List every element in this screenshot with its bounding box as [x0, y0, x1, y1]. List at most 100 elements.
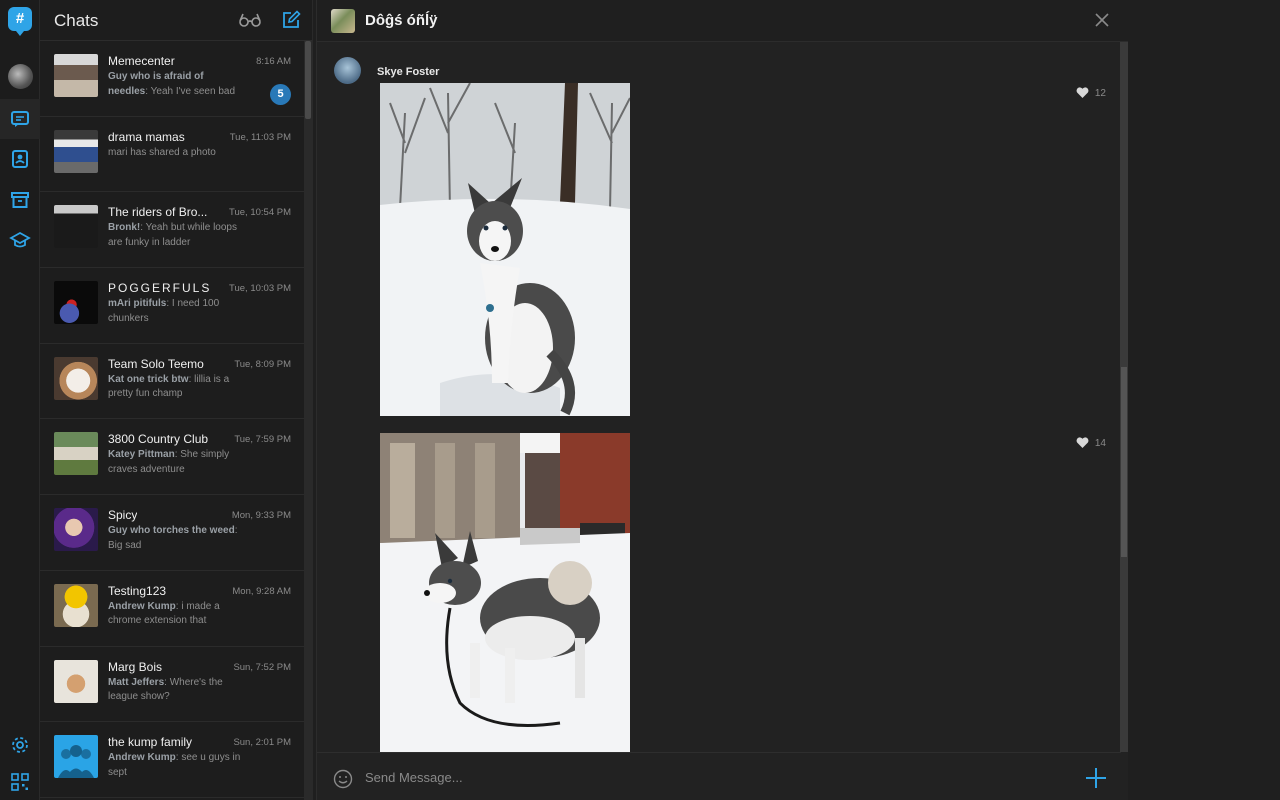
conversation-title[interactable]: Dôĝś óñĺÿ	[365, 12, 438, 29]
preview-sender: Katey Pittman	[108, 449, 175, 461]
chat-time: 8:16 AM	[256, 56, 291, 67]
user-avatar[interactable]	[8, 64, 33, 89]
chat-time: Tue, 8:09 PM	[234, 358, 291, 370]
like-count: 14	[1094, 437, 1106, 449]
like-control[interactable]: 14	[1076, 437, 1106, 449]
campus-icon[interactable]	[0, 220, 40, 260]
app: # Chats Memecenter 8:16 AM Guy who is af…	[0, 0, 1280, 800]
preview-sender: Kat one trick btw	[108, 373, 189, 385]
preview-text: mari has shared a photo	[108, 146, 216, 158]
preview-text: : Yeah I've seen bad	[145, 85, 236, 97]
unread-badge: 5	[270, 84, 291, 105]
chat-preview: Katey Pittman: She simply craves adventu…	[108, 448, 243, 477]
compose-icon[interactable]	[281, 10, 301, 35]
add-attachment-icon[interactable]	[1085, 767, 1107, 794]
chats-icon[interactable]	[0, 99, 40, 139]
heart-icon[interactable]	[1076, 437, 1089, 449]
contacts-icon[interactable]	[0, 139, 40, 179]
preview-sender: Andrew Kump	[108, 752, 176, 764]
chat-avatar	[54, 508, 98, 552]
chat-avatar	[54, 205, 98, 249]
chat-avatar	[54, 583, 98, 627]
chat-preview: Guy who torches the weed: Big sad	[108, 524, 243, 553]
chat-time: Sun, 7:52 PM	[233, 661, 291, 673]
conversation-panel: Dôĝś óñĺÿ Skye Foster 12 14 Send Message…	[316, 0, 1128, 800]
chat-time: Tue, 11:03 PM	[229, 131, 291, 143]
qr-code-icon[interactable]	[0, 762, 40, 800]
chat-avatar	[54, 281, 98, 325]
conversation-scroll-thumb[interactable]	[1121, 367, 1127, 557]
chat-preview: Matt Jeffers: Where's the league show?	[108, 676, 243, 705]
conversation-scrollbar[interactable]	[1120, 42, 1128, 752]
chat-time: Tue, 10:03 PM	[229, 283, 291, 295]
message-composer	[317, 752, 1121, 800]
chat-name: POGGERFULS	[108, 281, 212, 296]
chat-preview: mari has shared a photo	[108, 146, 243, 161]
chat-avatar	[54, 735, 98, 779]
preview-sender: mAri pitifuls	[108, 298, 167, 310]
chat-row[interactable]: The riders of Bro... Tue, 10:54 PM Bronk…	[40, 192, 305, 269]
chat-time: Tue, 10:54 PM	[229, 207, 291, 219]
chat-time: Sun, 2:01 PM	[233, 737, 291, 749]
message-photo[interactable]	[380, 83, 630, 416]
author-avatar[interactable]	[334, 57, 361, 84]
chat-name: Spicy	[108, 508, 138, 523]
groupme-logo-icon[interactable]: #	[8, 7, 32, 36]
chat-avatar	[54, 432, 98, 476]
chat-preview: Guy who is afraid of needles: Yeah I've …	[108, 70, 243, 99]
settings-gear-icon[interactable]	[0, 725, 40, 765]
chat-row[interactable]: the kump family Sun, 2:01 PM Andrew Kump…	[40, 722, 305, 798]
chat-list-panel: Chats Memecenter 8:16 AM Guy who is afra…	[40, 0, 313, 800]
chat-time: Tue, 7:59 PM	[234, 434, 291, 446]
nav-rail: #	[0, 0, 40, 800]
chat-preview: Andrew Kump: see u guys in sept	[108, 751, 243, 780]
chat-row[interactable]: 3800 Country Club Tue, 7:59 PM Katey Pit…	[40, 419, 305, 496]
chat-time: Mon, 9:33 PM	[231, 510, 291, 522]
like-control[interactable]: 12	[1076, 87, 1106, 99]
chat-preview: mAri pitifuls: I need 100 chunkers	[108, 297, 243, 326]
preview-sender: Andrew Kump	[108, 600, 176, 612]
conversation-header: Dôĝś óñĺÿ	[317, 0, 1128, 42]
chat-name: Marg Bois	[108, 659, 163, 674]
chat-list-title: Chats	[54, 11, 99, 30]
chat-name: the kump family	[108, 735, 193, 750]
chat-row[interactable]: POGGERFULS Tue, 10:03 PM mAri pitifuls: …	[40, 268, 305, 344]
preview-sender: Bronk!	[108, 222, 141, 234]
chat-preview: Bronk!: Yeah but while loops are funky i…	[108, 221, 243, 250]
like-count: 12	[1094, 87, 1106, 99]
chat-name: 3800 Country Club	[108, 432, 209, 447]
message-input[interactable]	[365, 766, 1065, 788]
heart-icon[interactable]	[1076, 87, 1089, 99]
chat-name: drama mamas	[108, 129, 185, 144]
chat-list-scroll-thumb[interactable]	[305, 41, 311, 119]
close-icon[interactable]	[1094, 12, 1110, 33]
chat-row[interactable]: drama mamas Tue, 11:03 PM mari has share…	[40, 117, 305, 193]
chat-time: Mon, 9:28 AM	[232, 585, 291, 597]
chat-avatar	[54, 54, 98, 97]
chat-row[interactable]: Marg Bois Sun, 7:52 PM Matt Jeffers: Whe…	[40, 647, 305, 723]
message-photo[interactable]	[380, 433, 630, 752]
chat-list-header: Chats	[40, 0, 312, 41]
chat-name: Testing123	[108, 583, 167, 598]
chat-row[interactable]: Team Solo Teemo Tue, 8:09 PM Kat one tri…	[40, 344, 305, 420]
chat-row[interactable]: Testing123 Mon, 9:28 AM Andrew Kump: i m…	[40, 571, 305, 647]
preview-sender: Matt Jeffers	[108, 676, 165, 688]
message-author[interactable]: Skye Foster	[377, 66, 439, 78]
group-avatar[interactable]	[331, 9, 355, 33]
chat-list-scrollbar[interactable]	[304, 41, 312, 800]
archive-icon[interactable]	[0, 180, 40, 220]
chat-list: Memecenter 8:16 AM Guy who is afraid of …	[40, 41, 305, 798]
chat-row[interactable]: Memecenter 8:16 AM Guy who is afraid of …	[40, 41, 305, 117]
emoji-icon[interactable]	[333, 769, 353, 794]
chat-avatar	[54, 129, 98, 173]
chat-name: The riders of Bro...	[108, 205, 208, 220]
glasses-icon[interactable]	[238, 10, 262, 35]
chat-name: Memecenter	[108, 54, 175, 68]
group-default-icon	[58, 745, 94, 779]
chat-preview: Andrew Kump: i made a chrome extension t…	[108, 600, 243, 629]
chat-name: Team Solo Teemo	[108, 356, 204, 371]
chat-avatar	[54, 659, 98, 703]
chat-preview: Kat one trick btw: lillia is a pretty fu…	[108, 373, 243, 402]
chat-row[interactable]: Spicy Mon, 9:33 PM Guy who torches the w…	[40, 495, 305, 571]
preview-sender: Guy who torches the weed	[108, 525, 235, 537]
